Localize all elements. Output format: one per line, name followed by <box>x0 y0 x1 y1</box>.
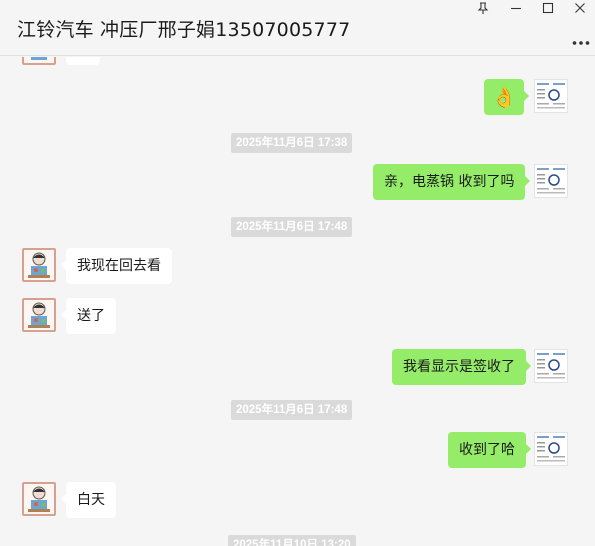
contact-avatar[interactable] <box>22 57 56 65</box>
close-icon[interactable] <box>567 0 593 16</box>
message-bubble-outgoing[interactable]: 亲，电蒸锅 收到了吗 <box>373 164 531 200</box>
maximize-icon[interactable] <box>535 0 561 16</box>
my-avatar[interactable] <box>534 79 568 113</box>
timestamp: 2025年11月6日 17:48 <box>231 217 353 237</box>
message-bubble-outgoing[interactable]: 收到了哈 <box>448 432 531 468</box>
message-bubble-outgoing[interactable]: 我看显示是签收了 <box>392 349 531 385</box>
minimize-icon[interactable] <box>503 0 529 16</box>
chat-header: 江铃汽车 冲压厂邢子娟13507005777 <box>0 0 595 56</box>
message-bubble-incoming[interactable]: 送了 <box>61 298 116 334</box>
pin-icon[interactable] <box>470 0 496 16</box>
message-bubble-incoming[interactable]: 我现在回去看 <box>61 248 172 284</box>
my-avatar[interactable] <box>534 432 568 466</box>
message-bubble-incoming[interactable] <box>66 57 100 65</box>
message-bubble-outgoing[interactable]: 👌 <box>484 79 529 115</box>
message-list[interactable]: 👌 2025年11月6日 17:38 亲，电蒸锅 收到了吗 2025年11月6日… <box>0 57 595 546</box>
contact-avatar[interactable] <box>22 482 56 516</box>
my-avatar[interactable] <box>534 349 568 383</box>
timestamp: 2025年11月10日 13:20 <box>228 535 356 546</box>
chat-title: 江铃汽车 冲压厂邢子娟13507005777 <box>17 19 351 41</box>
timestamp: 2025年11月6日 17:48 <box>231 400 353 420</box>
contact-avatar[interactable] <box>22 298 56 332</box>
timestamp: 2025年11月6日 17:38 <box>231 133 353 153</box>
more-icon[interactable] <box>572 31 590 50</box>
contact-avatar[interactable] <box>22 248 56 282</box>
message-bubble-incoming[interactable]: 白天 <box>61 482 116 518</box>
my-avatar[interactable] <box>534 164 568 198</box>
